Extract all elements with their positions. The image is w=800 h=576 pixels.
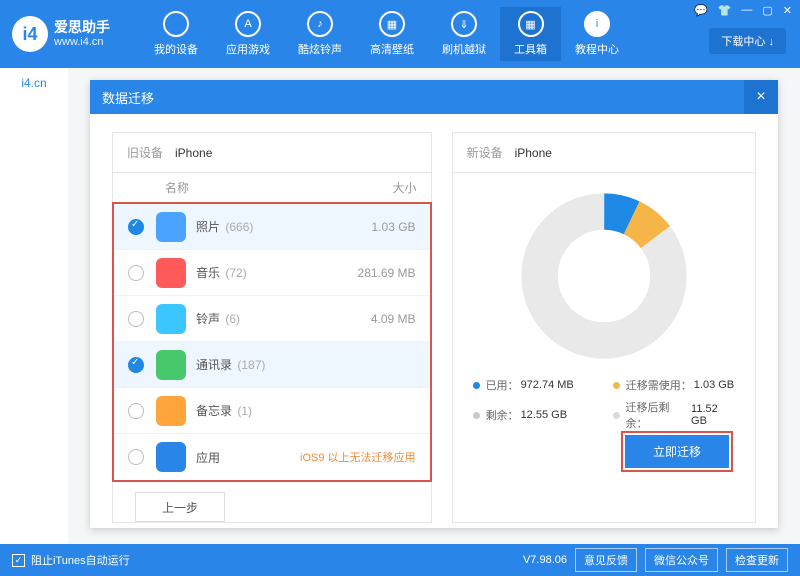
column-size-header: 大小 bbox=[327, 179, 417, 196]
new-device-label: 新设备 bbox=[467, 144, 503, 161]
legend-item: 迁移需使用：1.03 GB bbox=[613, 377, 735, 393]
close-window-icon[interactable]: ✕ bbox=[783, 4, 792, 17]
row-name: 音乐 (72) bbox=[196, 264, 326, 281]
migrate-button[interactable]: 立即迁移 bbox=[625, 435, 729, 468]
app-logo: i4 爱思助手 www.i4.cn bbox=[12, 16, 110, 52]
row-size: 4.09 MB bbox=[326, 312, 416, 326]
data-row[interactable]: 应用 iOS9 以上无法迁移应用 bbox=[114, 434, 430, 480]
chart-legend: 已用：972.74 MB 迁移需使用：1.03 GB 剩余：12.55 GB 迁移后剩… bbox=[453, 377, 755, 431]
minimize-icon[interactable]: — bbox=[741, 4, 752, 17]
legend-item: 迁移后剩余：11.52 GB bbox=[613, 399, 735, 431]
shirt-icon[interactable]: 👕 bbox=[718, 4, 732, 17]
nav-label: 工具箱 bbox=[514, 41, 547, 57]
chat-icon[interactable]: 💬 bbox=[694, 4, 708, 17]
row-size: 1.03 GB bbox=[326, 220, 416, 234]
maximize-icon[interactable]: ▢ bbox=[762, 4, 772, 17]
new-device-panel: 新设备 iPhone 已用：972.74 MB 迁移需使用：1.03 GB 剩余：1… bbox=[452, 132, 756, 523]
nav-icon: A bbox=[235, 11, 261, 37]
row-name: 应用 bbox=[196, 449, 300, 466]
prev-button[interactable]: 上一步 bbox=[135, 492, 225, 522]
nav-label: 教程中心 bbox=[575, 41, 619, 57]
nav-item-6[interactable]: i 教程中心 bbox=[561, 7, 633, 61]
feedback-button[interactable]: 意见反馈 bbox=[575, 548, 637, 572]
sidebar-tab-i4cn[interactable]: i4.cn bbox=[0, 76, 68, 90]
nav-icon bbox=[163, 11, 189, 37]
row-icon bbox=[156, 396, 186, 426]
main-canvas: 数据迁移 × 旧设备 iPhone 名称 大小 照片 (666)1.03 GB音… bbox=[68, 68, 800, 544]
row-icon bbox=[156, 304, 186, 334]
row-checkbox[interactable] bbox=[128, 311, 144, 327]
data-row[interactable]: 铃声 (6)4.09 MB bbox=[114, 296, 430, 342]
nav-icon: ♪ bbox=[307, 11, 333, 37]
row-note: iOS9 以上无法迁移应用 bbox=[300, 449, 416, 465]
top-bar: i4 爱思助手 www.i4.cn 我的设备 A 应用游戏 ♪ 酷炫铃声 ▦ 高清壁纸 ⇓ 刷机… bbox=[0, 0, 800, 68]
row-size: 281.69 MB bbox=[326, 266, 416, 280]
nav-label: 应用游戏 bbox=[226, 41, 270, 57]
content-area: i4.cn 数据迁移 × 旧设备 iPhone 名称 大小 照片 bbox=[0, 68, 800, 544]
nav-item-1[interactable]: A 应用游戏 bbox=[212, 7, 284, 61]
new-device-name: iPhone bbox=[515, 146, 552, 160]
nav-item-4[interactable]: ⇓ 刷机越狱 bbox=[428, 7, 500, 61]
row-icon bbox=[156, 442, 186, 472]
main-nav: 我的设备 A 应用游戏 ♪ 酷炫铃声 ▦ 高清壁纸 ⇓ 刷机越狱 ▦ 工具箱 i 教程中心 bbox=[140, 7, 633, 61]
block-itunes-checkbox[interactable]: ✓ bbox=[12, 554, 25, 567]
data-rows: 照片 (666)1.03 GB音乐 (72)281.69 MB铃声 (6)4.0… bbox=[112, 202, 432, 482]
row-name: 通讯录 (187) bbox=[196, 356, 326, 373]
download-center-button[interactable]: 下载中心 ↓ bbox=[709, 28, 786, 54]
row-checkbox[interactable] bbox=[128, 449, 144, 465]
legend-dot bbox=[473, 412, 480, 419]
logo-badge: i4 bbox=[12, 16, 48, 52]
legend-item: 剩余：12.55 GB bbox=[473, 399, 595, 431]
nav-item-3[interactable]: ▦ 高清壁纸 bbox=[356, 7, 428, 61]
legend-item: 已用：972.74 MB bbox=[473, 377, 595, 393]
row-checkbox[interactable] bbox=[128, 403, 144, 419]
wechat-button[interactable]: 微信公众号 bbox=[645, 548, 718, 572]
migrate-button-highlight: 立即迁移 bbox=[621, 431, 733, 472]
storage-donut-chart bbox=[519, 191, 689, 361]
row-checkbox[interactable] bbox=[128, 265, 144, 281]
row-name: 备忘录 (1) bbox=[196, 402, 326, 419]
left-sidebar: i4.cn bbox=[0, 68, 68, 544]
dialog-title-bar: 数据迁移 × bbox=[90, 80, 778, 114]
data-row[interactable]: 照片 (666)1.03 GB bbox=[114, 204, 430, 250]
row-icon bbox=[156, 212, 186, 242]
row-icon bbox=[156, 258, 186, 288]
dialog-title: 数据迁移 bbox=[102, 88, 154, 107]
nav-icon: i bbox=[584, 11, 610, 37]
nav-label: 酷炫铃声 bbox=[298, 41, 342, 57]
row-name: 铃声 (6) bbox=[196, 310, 326, 327]
row-name: 照片 (666) bbox=[196, 218, 326, 235]
nav-icon: ⇓ bbox=[451, 11, 477, 37]
nav-icon: ▦ bbox=[518, 11, 544, 37]
column-name-header: 名称 bbox=[165, 179, 327, 196]
app-url: www.i4.cn bbox=[54, 36, 110, 49]
block-itunes-label: 阻止iTunes自动运行 bbox=[31, 552, 130, 568]
old-device-name: iPhone bbox=[175, 146, 212, 160]
legend-dot bbox=[613, 412, 620, 419]
data-row[interactable]: 通讯录 (187) bbox=[114, 342, 430, 388]
migrate-dialog: 数据迁移 × 旧设备 iPhone 名称 大小 照片 (666)1.03 GB音… bbox=[90, 80, 778, 528]
nav-item-5[interactable]: ▦ 工具箱 bbox=[500, 7, 561, 61]
status-bar: ✓ 阻止iTunes自动运行 V7.98.06 意见反馈 微信公众号 检查更新 bbox=[0, 544, 800, 576]
nav-icon: ▦ bbox=[379, 11, 405, 37]
nav-item-2[interactable]: ♪ 酷炫铃声 bbox=[284, 7, 356, 61]
window-controls: 💬 👕 — ▢ ✕ bbox=[694, 4, 792, 17]
update-button[interactable]: 检查更新 bbox=[726, 548, 788, 572]
data-row[interactable]: 音乐 (72)281.69 MB bbox=[114, 250, 430, 296]
nav-item-0[interactable]: 我的设备 bbox=[140, 7, 212, 61]
data-row[interactable]: 备忘录 (1) bbox=[114, 388, 430, 434]
nav-label: 刷机越狱 bbox=[442, 41, 486, 57]
row-icon bbox=[156, 350, 186, 380]
old-device-label: 旧设备 bbox=[127, 144, 163, 161]
old-device-panel: 旧设备 iPhone 名称 大小 照片 (666)1.03 GB音乐 (72)2… bbox=[112, 132, 432, 523]
legend-dot bbox=[473, 382, 480, 389]
app-name: 爱思助手 bbox=[54, 19, 110, 36]
nav-label: 我的设备 bbox=[154, 41, 198, 57]
row-checkbox[interactable] bbox=[128, 219, 144, 235]
legend-dot bbox=[613, 382, 620, 389]
row-checkbox[interactable] bbox=[128, 357, 144, 373]
nav-label: 高清壁纸 bbox=[370, 41, 414, 57]
dialog-close-button[interactable]: × bbox=[744, 80, 778, 114]
version-label: V7.98.06 bbox=[523, 554, 567, 566]
